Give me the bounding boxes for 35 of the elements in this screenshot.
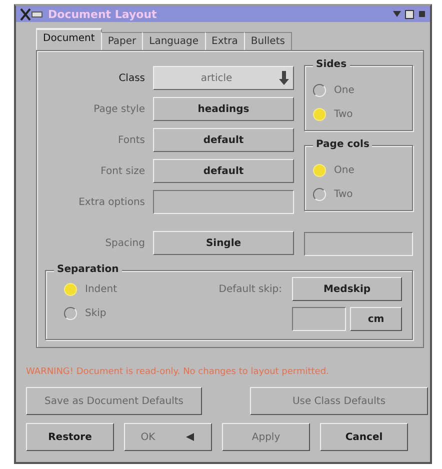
tab[interactable]: Extra	[204, 32, 245, 50]
dialog-button[interactable]: Restore	[26, 423, 114, 451]
input-field[interactable]	[153, 190, 294, 214]
field-label: Extra options	[78, 196, 145, 208]
warning-message: WARNING! Document is read-only. No changes to layout permitted.	[26, 367, 330, 379]
group-title: Page cols	[313, 139, 372, 150]
field-label: Fonts	[117, 134, 145, 146]
x-logo-icon	[20, 8, 44, 20]
caret-left-icon	[185, 432, 196, 442]
input-field[interactable]	[292, 307, 346, 331]
tab[interactable]: Document	[36, 28, 102, 50]
field-label: Default skip:	[218, 284, 282, 294]
group-title: Separation	[54, 264, 122, 275]
radio-label: Two	[334, 108, 353, 120]
radio-label: One	[334, 164, 354, 176]
radio-label: Indent	[85, 284, 118, 294]
menu-arrow-icon[interactable]	[393, 10, 401, 18]
class-dropdown[interactable]: article	[153, 66, 294, 90]
input-field[interactable]	[304, 232, 413, 256]
down-arrow-icon	[279, 70, 289, 86]
tab[interactable]: Bullets	[244, 32, 292, 50]
dialog-button[interactable]: Cancel	[320, 423, 408, 451]
tab[interactable]: Paper	[100, 32, 144, 50]
field-label: Font size	[100, 166, 145, 176]
field-label: Class	[118, 72, 145, 84]
radio-label: Two	[334, 188, 353, 200]
radio-label: One	[334, 84, 354, 96]
close-icon[interactable]	[418, 10, 426, 18]
field-label: Page style	[92, 104, 145, 114]
field-label: Spacing	[104, 238, 145, 248]
radio-label: Skip	[85, 308, 106, 318]
maximize-icon[interactable]	[405, 10, 414, 18]
group-title: Sides	[313, 59, 350, 70]
tab[interactable]: Language	[142, 32, 206, 50]
window-title: Document Layout	[48, 8, 158, 20]
